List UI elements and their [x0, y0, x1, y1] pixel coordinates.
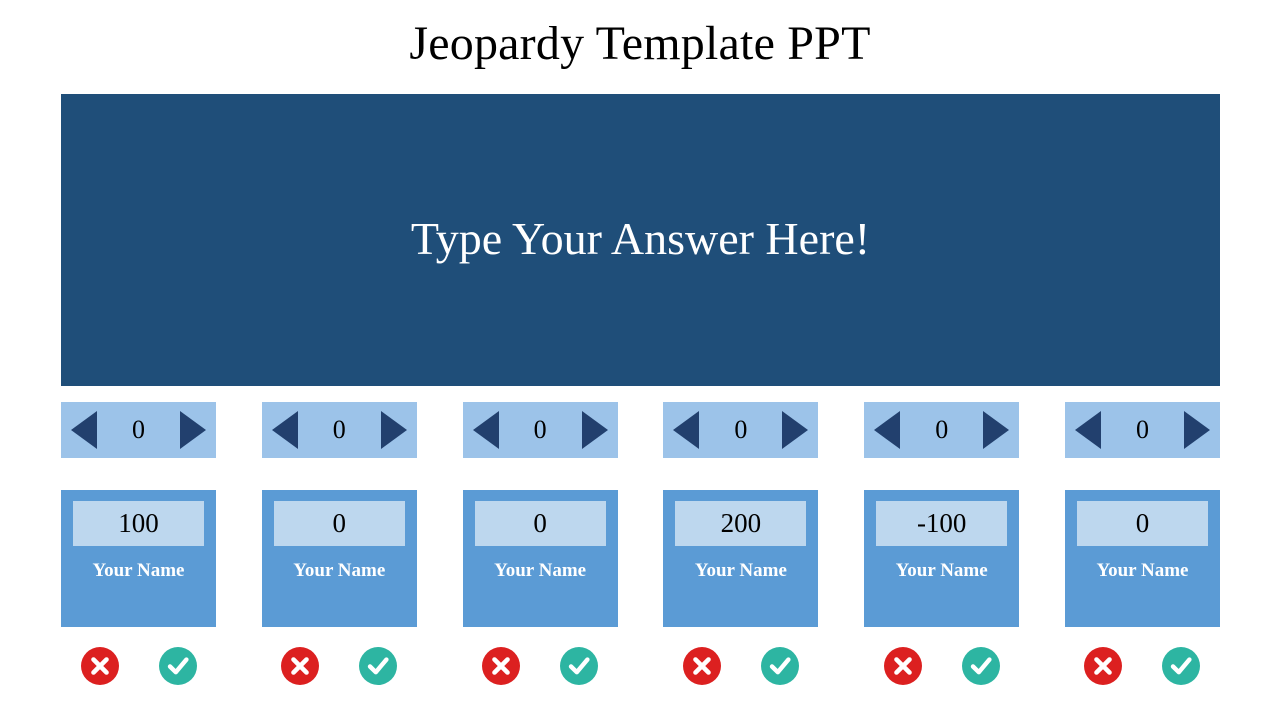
check-circle-icon	[158, 647, 197, 685]
arrow-left-icon[interactable]	[874, 411, 901, 449]
stepper-value: 0	[935, 415, 949, 444]
player-column: 0 0 Your Name	[1064, 402, 1220, 692]
stepper-value: 0	[332, 415, 346, 444]
page-title: Jeopardy Template PPT	[409, 17, 871, 70]
arrow-left-icon[interactable]	[71, 411, 97, 449]
wrong-answer-button[interactable]	[682, 647, 721, 685]
jeopardy-slide: Jeopardy Template PPT Type Your Answer H…	[0, 0, 1280, 720]
correct-answer-button[interactable]	[1162, 647, 1201, 685]
arrow-right-icon[interactable]	[1183, 411, 1210, 449]
wrong-answer-button[interactable]	[80, 647, 119, 685]
player-card: 0 Your Name	[1064, 490, 1220, 627]
player-card: 0 Your Name	[462, 490, 618, 627]
correct-answer-button[interactable]	[158, 647, 197, 685]
score-box[interactable]: 200	[675, 501, 807, 546]
arrow-right-icon[interactable]	[983, 411, 1010, 449]
player-column: 0 0 Your Name	[261, 402, 417, 692]
arrow-left-icon[interactable]	[673, 411, 700, 449]
player-column: 0 100 Your Name	[61, 402, 216, 692]
score-box[interactable]: 0	[273, 501, 405, 546]
wrong-answer-button[interactable]	[482, 647, 521, 685]
player-card: 200 Your Name	[663, 490, 819, 627]
correct-answer-button[interactable]	[760, 647, 799, 685]
player-name[interactable]: Your Name	[92, 561, 184, 580]
check-circle-icon	[560, 647, 599, 685]
check-circle-icon	[1162, 647, 1201, 685]
cross-circle-icon	[482, 647, 521, 685]
stepper-value: 0	[132, 415, 145, 444]
score-stepper[interactable]: 0	[864, 402, 1020, 458]
score-stepper[interactable]: 0	[462, 402, 618, 458]
cross-circle-icon	[281, 647, 320, 685]
player-name[interactable]: Your Name	[695, 561, 787, 580]
stepper-value: 0	[1135, 415, 1149, 444]
player-name[interactable]: Your Name	[896, 561, 988, 580]
player-column: 0 200 Your Name	[663, 402, 819, 692]
check-circle-icon	[359, 647, 398, 685]
score-value: 200	[720, 508, 762, 538]
wrong-answer-button[interactable]	[281, 647, 320, 685]
score-stepper[interactable]: 0	[61, 402, 216, 458]
arrow-left-icon[interactable]	[271, 411, 298, 449]
player-columns: 0 100 Your Name 0 0 Your Name 0 0 Your N…	[61, 402, 1220, 692]
arrow-right-icon[interactable]	[180, 411, 206, 449]
correct-answer-button[interactable]	[961, 647, 1000, 685]
score-stepper[interactable]: 0	[261, 402, 417, 458]
score-value: 0	[533, 508, 547, 538]
player-card: 0 Your Name	[261, 490, 417, 627]
verdict-row	[463, 645, 618, 687]
cross-circle-icon	[1084, 647, 1123, 685]
score-value: 0	[332, 508, 347, 538]
wrong-answer-button[interactable]	[883, 647, 922, 685]
arrow-right-icon[interactable]	[581, 411, 608, 449]
verdict-row	[864, 645, 1019, 687]
player-name[interactable]: Your Name	[494, 561, 586, 580]
verdict-row	[262, 645, 417, 687]
answer-panel[interactable]: Type Your Answer Here!	[61, 94, 1220, 386]
score-value: 100	[118, 508, 159, 538]
score-value: -100	[916, 508, 967, 538]
score-stepper[interactable]: 0	[1064, 402, 1220, 458]
score-value: 0	[1135, 508, 1150, 538]
check-circle-icon	[961, 647, 1000, 685]
arrow-left-icon[interactable]	[1074, 411, 1101, 449]
wrong-answer-button[interactable]	[1084, 647, 1123, 685]
cross-circle-icon	[682, 647, 721, 685]
score-box[interactable]: 100	[73, 501, 204, 546]
verdict-row	[1065, 645, 1220, 687]
verdict-row	[61, 645, 216, 687]
arrow-right-icon[interactable]	[782, 411, 809, 449]
player-name[interactable]: Your Name	[1096, 561, 1188, 580]
verdict-row	[663, 645, 818, 687]
score-stepper[interactable]: 0	[663, 402, 819, 458]
score-box[interactable]: 0	[474, 501, 606, 546]
check-circle-icon	[760, 647, 799, 685]
player-column: 0 -100 Your Name	[864, 402, 1020, 692]
stepper-value: 0	[734, 415, 748, 444]
score-box[interactable]: -100	[876, 501, 1008, 546]
stepper-value: 0	[533, 415, 547, 444]
player-name[interactable]: Your Name	[293, 561, 385, 580]
arrow-left-icon[interactable]	[472, 411, 499, 449]
answer-placeholder-text[interactable]: Type Your Answer Here!	[411, 213, 870, 265]
score-box[interactable]: 0	[1076, 501, 1208, 546]
player-column: 0 0 Your Name	[462, 402, 618, 692]
correct-answer-button[interactable]	[359, 647, 398, 685]
player-card: 100 Your Name	[61, 490, 216, 627]
correct-answer-button[interactable]	[560, 647, 599, 685]
cross-circle-icon	[80, 647, 119, 685]
cross-circle-icon	[883, 647, 922, 685]
arrow-right-icon[interactable]	[380, 411, 407, 449]
player-card: -100 Your Name	[864, 490, 1020, 627]
